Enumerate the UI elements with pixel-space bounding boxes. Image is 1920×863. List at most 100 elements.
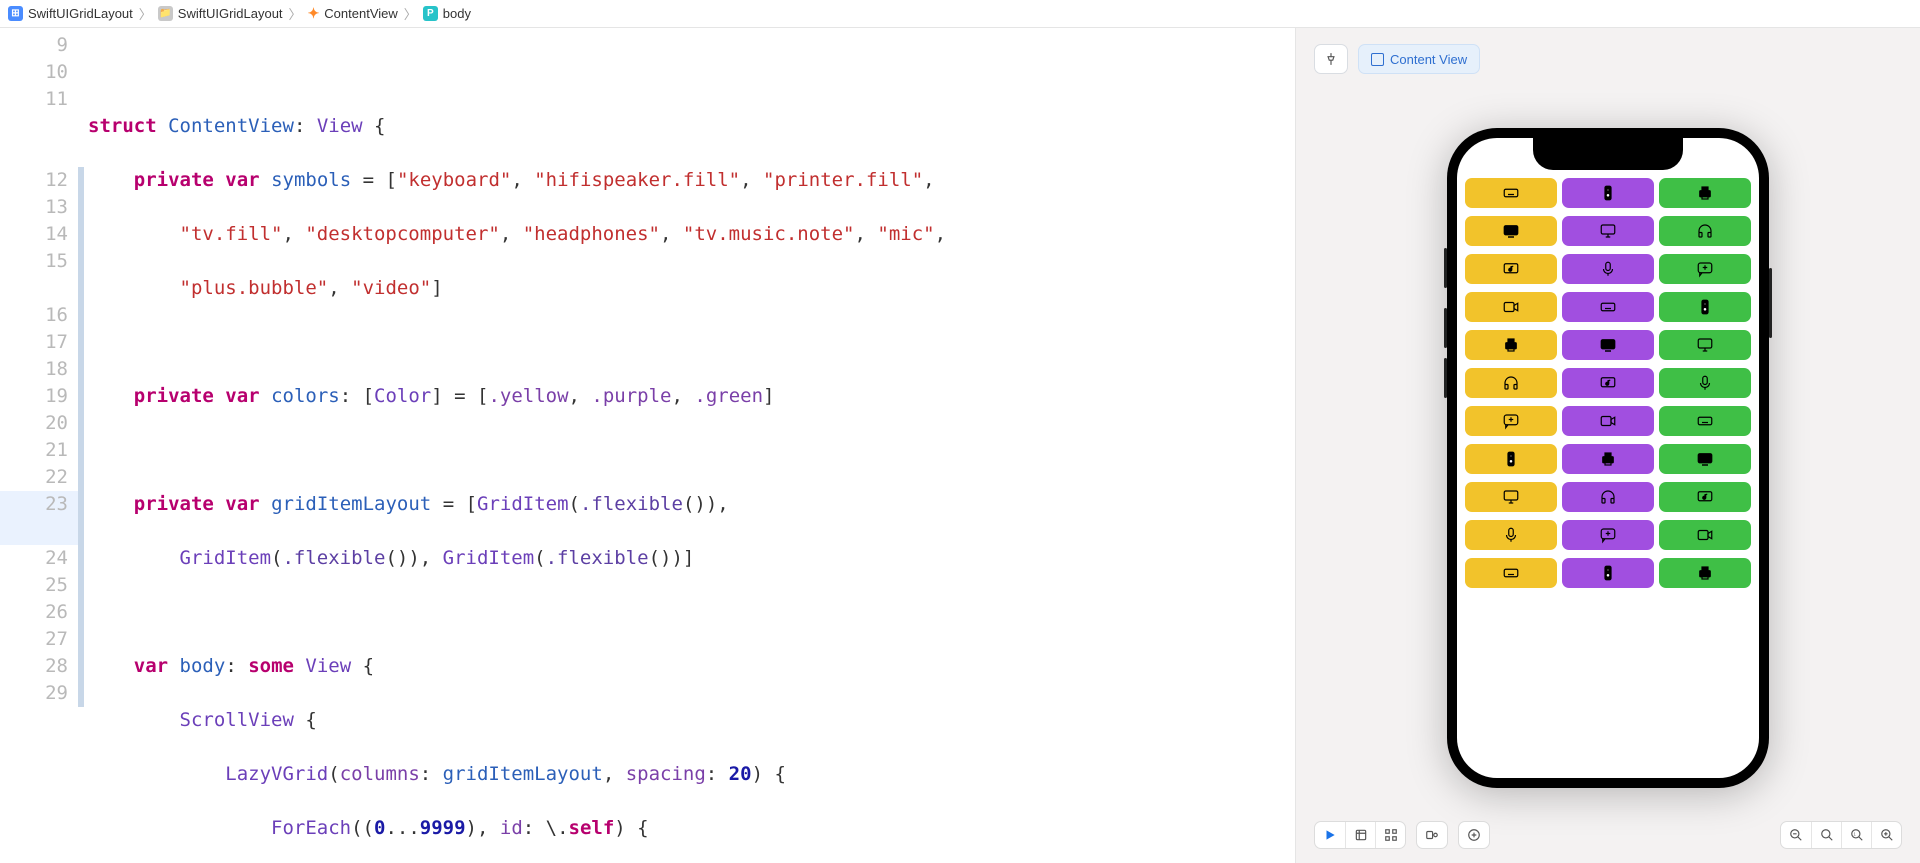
zoom-100-icon: 1	[1850, 828, 1864, 842]
crumb-project[interactable]: ⊞ SwiftUIGridLayout	[8, 6, 133, 21]
preview-canvas[interactable]: Content View	[1295, 28, 1920, 863]
tv-music-note-icon	[1502, 260, 1520, 278]
keyboard-icon	[1599, 298, 1617, 316]
swift-icon: ✦	[308, 6, 320, 21]
grid-tile	[1562, 254, 1654, 284]
phone-mockup	[1447, 128, 1769, 788]
grid-tile	[1465, 368, 1557, 398]
preview-selector[interactable]: Content View	[1358, 44, 1480, 74]
crumb-label: SwiftUIGridLayout	[178, 6, 283, 21]
breadcrumb: ⊞ SwiftUIGridLayout 〉 📁 SwiftUIGridLayou…	[0, 0, 1920, 28]
hifispeaker-fill-icon	[1599, 564, 1617, 582]
mic-icon	[1502, 526, 1520, 544]
grid-preview	[1457, 138, 1759, 778]
grid-tile	[1465, 558, 1557, 588]
selectable-icon	[1354, 828, 1368, 842]
grid-tile	[1465, 482, 1557, 512]
phone-screen	[1457, 138, 1759, 778]
device-settings-button[interactable]	[1417, 822, 1447, 848]
square-icon	[1371, 53, 1384, 66]
grid-tile	[1659, 558, 1751, 588]
zoom-out-icon	[1789, 828, 1803, 842]
selectable-button[interactable]	[1345, 822, 1375, 848]
hifispeaker-fill-icon	[1502, 450, 1520, 468]
tv-music-note-icon	[1599, 374, 1617, 392]
crumb-label: SwiftUIGridLayout	[28, 6, 133, 21]
grid-tile	[1562, 520, 1654, 550]
grid-tile	[1465, 292, 1557, 322]
zoom-100-button[interactable]: 1	[1841, 822, 1871, 848]
tv-fill-icon	[1599, 336, 1617, 354]
mic-icon	[1696, 374, 1714, 392]
printer-fill-icon	[1502, 336, 1520, 354]
chevron-right-icon: 〉	[287, 4, 304, 23]
grid-tile	[1562, 216, 1654, 246]
headphones-icon	[1599, 488, 1617, 506]
grid-tile	[1659, 330, 1751, 360]
preferences-icon	[1467, 828, 1481, 842]
grid-tile	[1562, 178, 1654, 208]
printer-fill-icon	[1599, 450, 1617, 468]
line-gutter: 9 10 11 12 13 14 15 16 17 18 19 20 21 22…	[0, 28, 78, 863]
preview-name-label: Content View	[1390, 52, 1467, 67]
keyboard-icon	[1502, 564, 1520, 582]
grid-tile	[1659, 178, 1751, 208]
canvas-toolbar: 1	[1314, 821, 1902, 849]
headphones-icon	[1696, 222, 1714, 240]
crumb-folder[interactable]: 📁 SwiftUIGridLayout	[158, 6, 283, 21]
zoom-in-button[interactable]	[1871, 822, 1901, 848]
printer-fill-icon	[1696, 564, 1714, 582]
grid-tile	[1562, 482, 1654, 512]
video-icon	[1502, 298, 1520, 316]
crumb-label: ContentView	[324, 6, 397, 21]
grid-tile	[1562, 558, 1654, 588]
zoom-fit-icon	[1820, 828, 1834, 842]
tv-fill-icon	[1696, 450, 1714, 468]
hifispeaker-fill-icon	[1696, 298, 1714, 316]
preferences-button[interactable]	[1459, 822, 1489, 848]
mic-icon	[1599, 260, 1617, 278]
variants-icon	[1384, 828, 1398, 842]
plus-bubble-icon	[1599, 526, 1617, 544]
video-icon	[1696, 526, 1714, 544]
grid-tile	[1659, 216, 1751, 246]
live-button[interactable]	[1315, 822, 1345, 848]
zoom-in-icon	[1880, 828, 1894, 842]
keyboard-icon	[1502, 184, 1520, 202]
crumb-file[interactable]: ✦ ContentView	[308, 6, 398, 21]
crumb-symbol[interactable]: P body	[423, 6, 471, 21]
tv-fill-icon	[1502, 222, 1520, 240]
grid-tile	[1465, 406, 1557, 436]
grid-tile	[1659, 406, 1751, 436]
grid-tile	[1562, 330, 1654, 360]
property-icon: P	[423, 6, 438, 21]
code-area[interactable]: struct ContentView: View { private var s…	[84, 28, 1295, 863]
grid-tile	[1562, 406, 1654, 436]
keyboard-icon	[1696, 412, 1714, 430]
grid-tile	[1659, 482, 1751, 512]
grid-tile	[1659, 444, 1751, 474]
code-editor[interactable]: 9 10 11 12 13 14 15 16 17 18 19 20 21 22…	[0, 28, 1295, 863]
headphones-icon	[1502, 374, 1520, 392]
folder-icon: 📁	[158, 6, 173, 21]
grid-tile	[1562, 292, 1654, 322]
plus-bubble-icon	[1696, 260, 1714, 278]
crumb-label: body	[443, 6, 471, 21]
pin-icon	[1324, 52, 1338, 66]
zoom-out-button[interactable]	[1781, 822, 1811, 848]
grid-tile	[1465, 444, 1557, 474]
tv-music-note-icon	[1696, 488, 1714, 506]
printer-fill-icon	[1696, 184, 1714, 202]
desktopcomputer-icon	[1696, 336, 1714, 354]
zoom-fit-button[interactable]	[1811, 822, 1841, 848]
grid-tile	[1465, 254, 1557, 284]
svg-text:1: 1	[1853, 832, 1856, 837]
video-icon	[1599, 412, 1617, 430]
phone-notch	[1533, 138, 1683, 170]
pin-button[interactable]	[1314, 44, 1348, 74]
app-icon: ⊞	[8, 6, 23, 21]
plus-bubble-icon	[1502, 412, 1520, 430]
chevron-right-icon: 〉	[402, 4, 419, 23]
variants-button[interactable]	[1375, 822, 1405, 848]
hifispeaker-fill-icon	[1599, 184, 1617, 202]
